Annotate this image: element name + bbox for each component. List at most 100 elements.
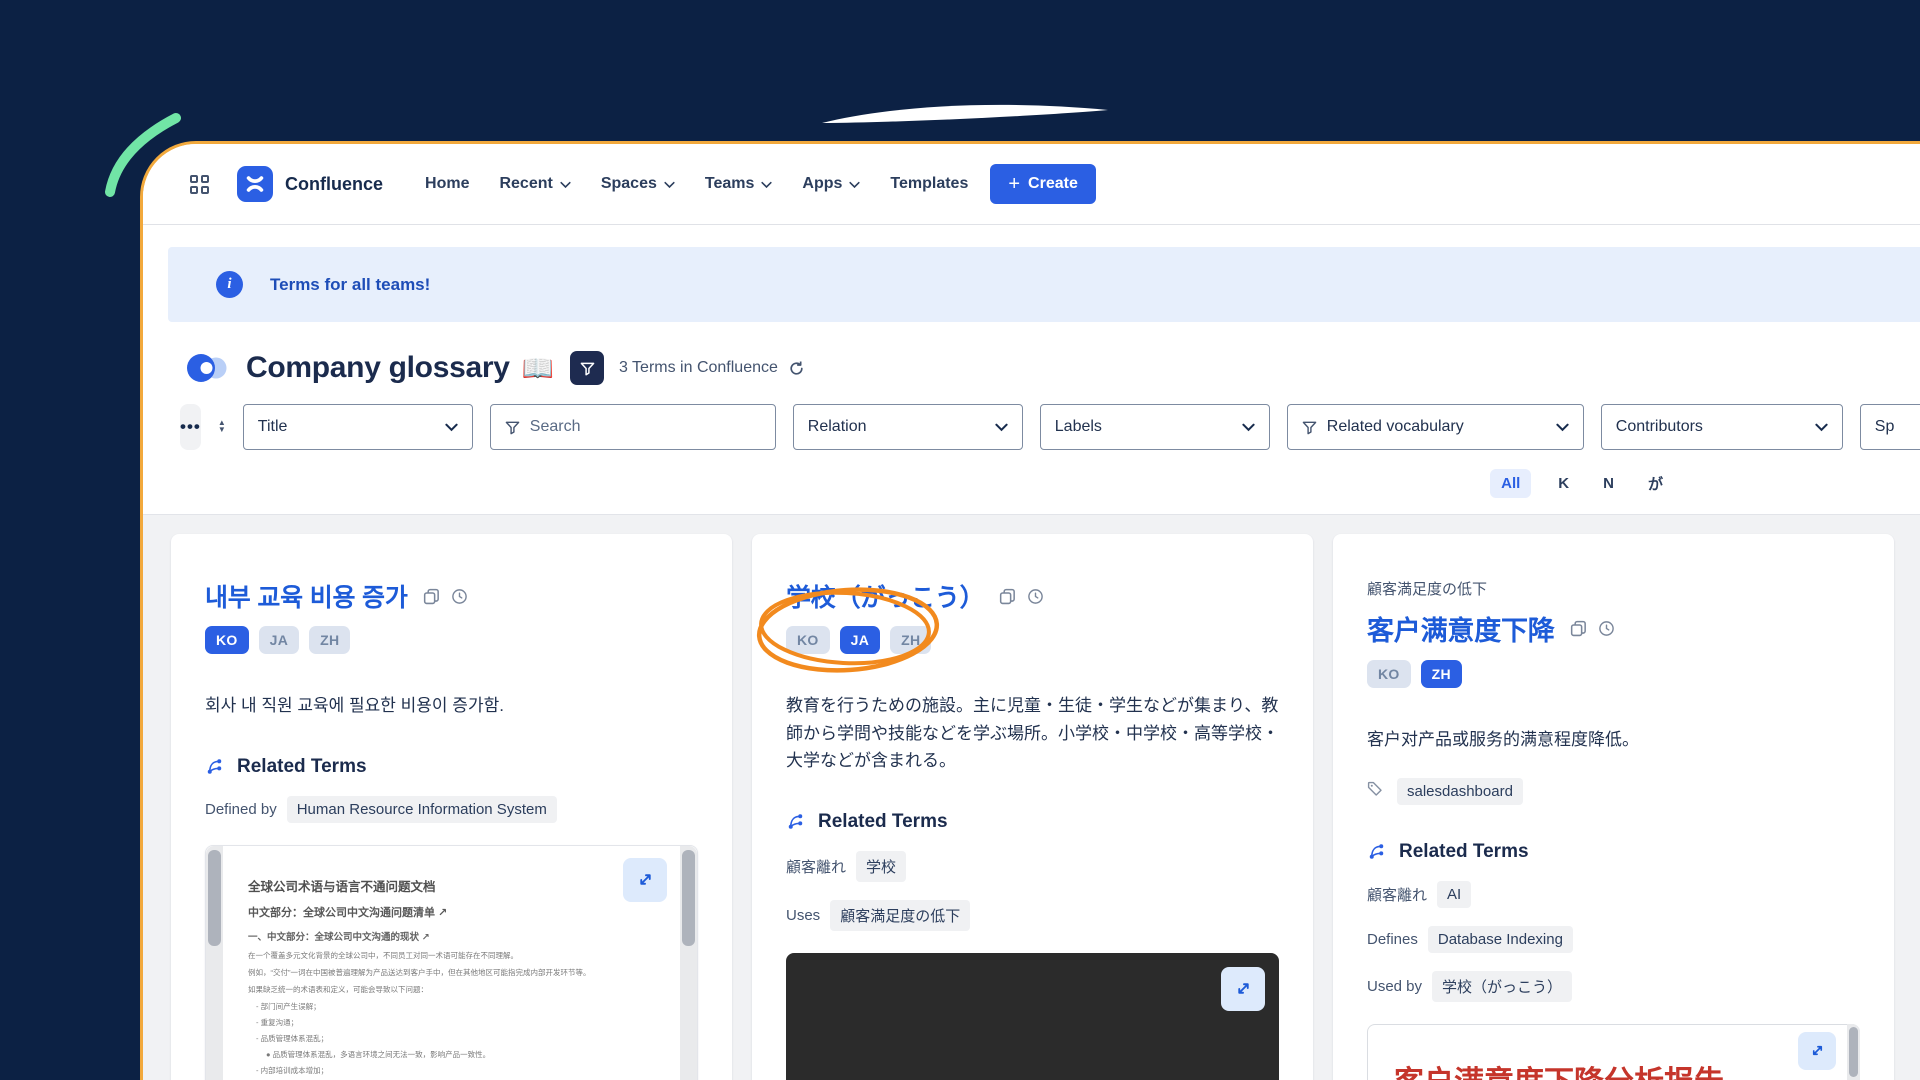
nav-item-spaces[interactable]: Spaces [601,175,675,193]
badge-zh[interactable]: ZH [1421,660,1462,688]
chevron-down-icon [560,181,571,189]
relation-label: Defined by [205,801,277,818]
confluence-window: Confluence Home Recent Spaces Teams Apps… [140,141,1920,1080]
chevron-down-icon [1556,423,1569,432]
banner-message: Terms for all teams! [270,275,430,295]
plus-icon: + [1008,174,1020,194]
related-terms-heading: Related Terms [237,756,367,778]
nav-item-apps[interactable]: Apps [802,175,860,193]
relation-chip[interactable]: AI [1437,881,1471,908]
copy-icon[interactable] [998,587,1017,606]
search-box[interactable] [490,404,776,450]
filter-button[interactable] [570,351,604,385]
sort-field-select[interactable]: Title [243,404,473,450]
top-navbar: Confluence Home Recent Spaces Teams Apps… [143,144,1920,225]
related-terms-heading: Related Terms [1399,841,1529,863]
relation-label: Used by [1367,978,1422,995]
glossary-logo-icon [186,351,228,385]
page-header: Company glossary 📖 3 Terms in Confluence [143,346,1920,390]
badge-ko[interactable]: KO [205,626,249,654]
funnel-icon [505,420,520,435]
label-chip[interactable]: salesdashboard [1397,778,1523,805]
alphabet-item-n[interactable]: N [1596,469,1621,498]
term-preview-report[interactable]: 客户满意度下降分析报告 [1367,1024,1860,1080]
relation-chip[interactable]: 顧客満足度の低下 [830,900,970,931]
relation-label: Uses [786,907,820,924]
relation-chip[interactable]: 学校 [856,851,906,882]
language-badges: KO JA ZH [205,626,698,654]
app-switcher-icon[interactable] [190,175,209,194]
glossary-card-school: 学校（がっこう） KO JA ZH 教育を行うための施設。主に児童・生徒・学生な… [752,534,1313,1080]
nav-item-teams[interactable]: Teams [705,175,773,193]
expand-preview-button[interactable] [1798,1032,1836,1070]
brand-name: Confluence [285,174,383,195]
language-badges: KO JA ZH [786,626,1279,654]
term-subtitle: 顧客満足度の低下 [1367,578,1860,599]
branch-icon [786,812,805,831]
relation-chip[interactable]: 学校（がっこう） [1432,971,1572,1002]
nav-item-templates[interactable]: Templates [890,175,968,193]
term-title[interactable]: 学校（がっこう） [786,578,984,614]
labels-select[interactable]: Labels [1040,404,1270,450]
badge-ko[interactable]: KO [786,626,830,654]
term-title[interactable]: 내부 교육 비용 증가 [205,578,408,614]
alphabet-item-all[interactable]: All [1490,469,1531,498]
relation-label: Defines [1367,931,1418,948]
clock-icon[interactable] [1027,588,1044,605]
nav-item-recent[interactable]: Recent [499,175,570,193]
funnel-icon [580,361,595,376]
alphabet-filter: All K N が [143,464,1920,502]
contributors-select[interactable]: Contributors [1601,404,1843,450]
relation-label: 顧客離れ [786,856,846,877]
badge-zh[interactable]: ZH [890,626,931,654]
info-banner: i Terms for all teams! [168,247,1920,322]
more-options-button[interactable]: ••• [180,404,201,450]
sort-order-icon[interactable]: ▲▼ [218,420,226,434]
alphabet-item-k[interactable]: K [1551,469,1576,498]
term-preview-dark[interactable] [786,953,1279,1080]
spaces-select[interactable]: Sp [1860,404,1920,450]
badge-ja[interactable]: JA [259,626,300,654]
glossary-card-customer-satisfaction: 顧客満足度の低下 客户满意度下降 KO ZH 客户对产品或服务的满意程度降低。 … [1333,534,1894,1080]
alphabet-item-ga[interactable]: が [1641,467,1670,500]
copy-icon[interactable] [422,587,441,606]
glossary-cards-area: 내부 교육 비용 증가 KO JA ZH 회사 내 직원 교육에 필요한 비용이… [143,514,1920,1080]
chevron-down-icon [849,181,860,189]
page-title: Company glossary [246,351,510,385]
clock-icon[interactable] [451,588,468,605]
expand-preview-button[interactable] [1221,967,1265,1011]
branch-icon [1367,842,1386,861]
term-description: 客户对产品或服务的满意程度降低。 [1367,726,1860,754]
expand-icon [1235,980,1252,997]
expand-preview-button[interactable] [623,858,667,902]
badge-zh[interactable]: ZH [309,626,350,654]
related-vocabulary-select[interactable]: Related vocabulary [1287,404,1584,450]
preview-scrollbar-right[interactable] [1847,1024,1860,1080]
search-input[interactable] [530,418,761,436]
confluence-logo-icon[interactable] [237,166,273,202]
expand-icon [1810,1043,1825,1058]
badge-ja[interactable]: JA [840,626,881,654]
nav-item-home[interactable]: Home [425,175,469,193]
badge-ko[interactable]: KO [1367,660,1411,688]
copy-icon[interactable] [1569,619,1588,638]
chevron-down-icon [1815,423,1828,432]
relation-chip[interactable]: Human Resource Information System [287,796,557,823]
book-emoji-icon: 📖 [522,353,554,384]
relation-select[interactable]: Relation [793,404,1023,450]
chevron-down-icon [995,423,1008,432]
info-icon: i [216,271,243,298]
chevron-down-icon [1242,423,1255,432]
chevron-down-icon [664,181,675,189]
term-preview-document[interactable]: 全球公司术语与语言不通问题文档 中文部分：全球公司中文沟通问题清单 ↗ 一、中文… [205,845,698,1080]
white-swoosh-decoration [816,96,1116,132]
related-terms-heading: Related Terms [818,811,948,833]
refresh-button[interactable] [788,360,805,377]
create-button[interactable]: + Create [990,164,1096,204]
term-description: 회사 내 직원 교육에 필요한 비용이 증가함. [205,692,698,720]
clock-icon[interactable] [1598,620,1615,637]
chevron-down-icon [761,181,772,189]
main-menu: Home Recent Spaces Teams Apps Templates [425,175,968,193]
relation-chip[interactable]: Database Indexing [1428,926,1573,953]
term-title[interactable]: 客户满意度下降 [1367,609,1555,648]
